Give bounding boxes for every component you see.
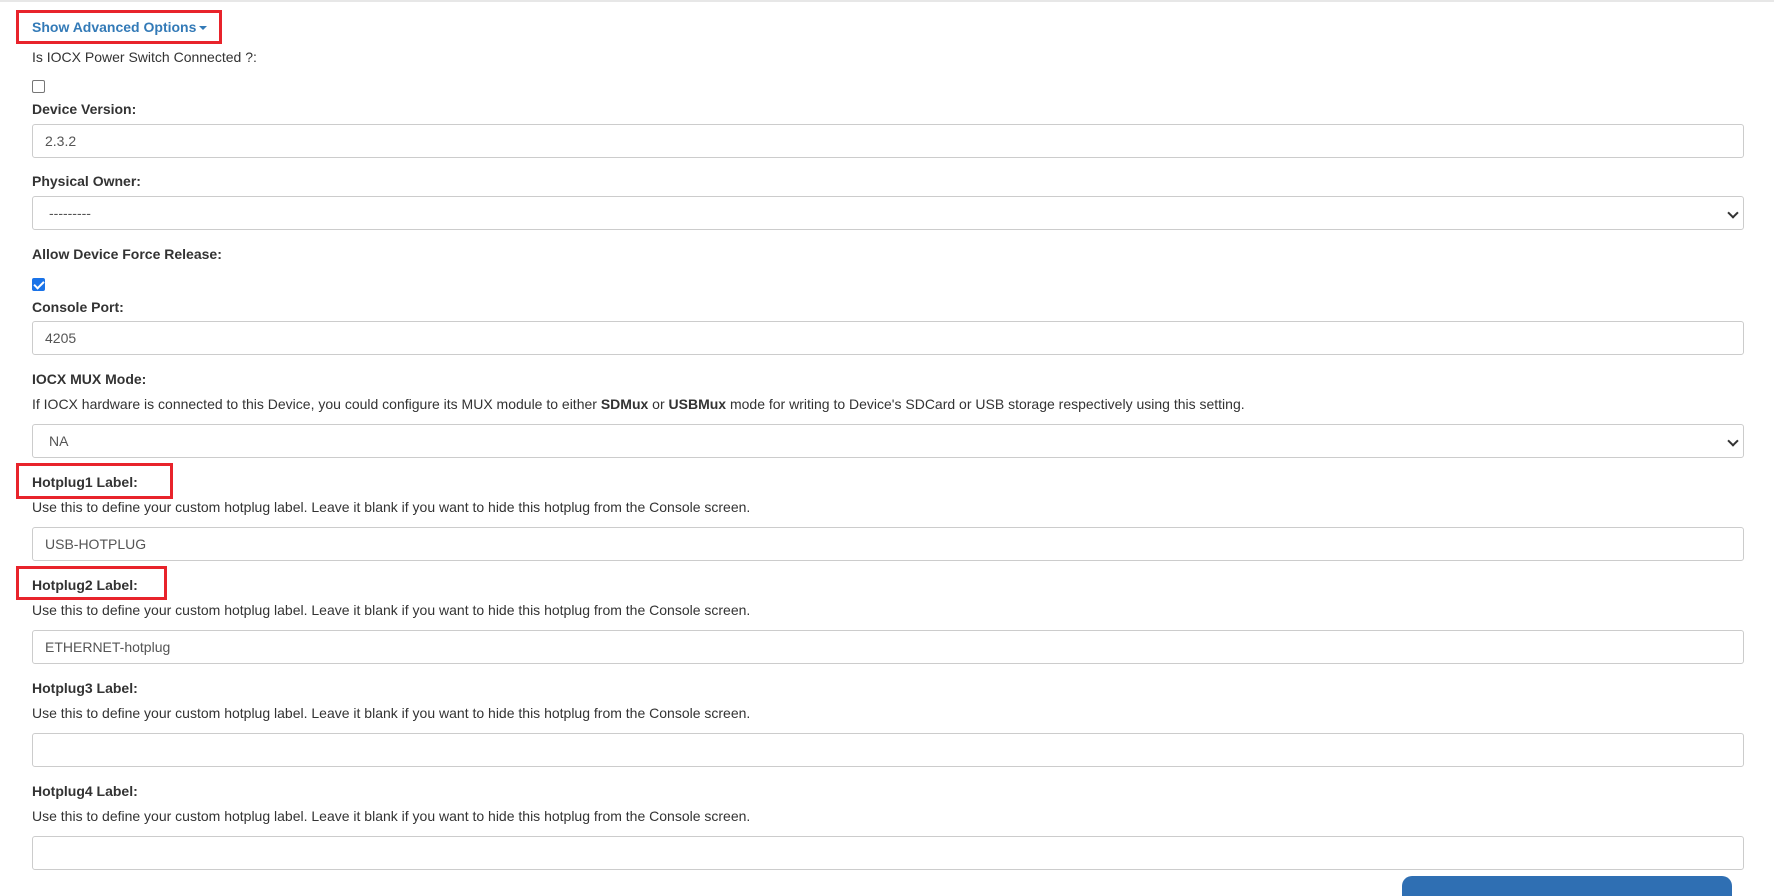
mux-mode-help-text: If IOCX hardware is connected to this De… bbox=[32, 396, 1245, 412]
caret-down-icon bbox=[199, 26, 208, 31]
hotplug4-label: Hotplug4 Label: bbox=[32, 783, 138, 799]
mux-mode-selected-value: NA bbox=[49, 433, 69, 449]
hotplug3-label: Hotplug3 Label: bbox=[32, 680, 138, 696]
physical-owner-label: Physical Owner: bbox=[32, 173, 141, 189]
show-advanced-options-label: Show Advanced Options bbox=[32, 19, 197, 35]
device-version-label: Device Version: bbox=[32, 101, 137, 117]
chevron-down-icon bbox=[1727, 435, 1739, 447]
force-release-label: Allow Device Force Release: bbox=[32, 246, 222, 262]
sdmux-term: SDMux bbox=[600, 396, 649, 412]
show-advanced-options-toggle[interactable]: Show Advanced Options bbox=[32, 18, 208, 36]
hotplug1-input[interactable]: USB-HOTPLUG bbox=[32, 527, 1744, 561]
physical-owner-selected-value: --------- bbox=[49, 205, 91, 221]
hotplug4-input[interactable] bbox=[32, 836, 1744, 870]
iocx-power-checkbox[interactable] bbox=[32, 80, 45, 93]
hotplug3-input[interactable] bbox=[32, 733, 1744, 767]
physical-owner-select[interactable]: --------- bbox=[32, 196, 1744, 230]
bottom-action-button[interactable] bbox=[1402, 876, 1732, 896]
console-port-label: Console Port: bbox=[32, 299, 124, 315]
mux-mode-label: IOCX MUX Mode: bbox=[32, 371, 147, 387]
chevron-down-icon bbox=[1727, 207, 1739, 219]
usbmux-term: USBMux bbox=[668, 396, 727, 412]
hotplug1-label: Hotplug1 Label: bbox=[32, 474, 138, 490]
hotplug2-help-text: Use this to define your custom hotplug l… bbox=[32, 602, 751, 618]
console-port-input[interactable]: 4205 bbox=[32, 321, 1744, 355]
hotplug2-input[interactable]: ETHERNET-hotplug bbox=[32, 630, 1744, 664]
hotplug2-label: Hotplug2 Label: bbox=[32, 577, 138, 593]
iocx-power-label: Is IOCX Power Switch Connected ?: bbox=[32, 49, 257, 65]
top-divider bbox=[0, 0, 1774, 2]
hotplug1-help-text: Use this to define your custom hotplug l… bbox=[32, 499, 751, 515]
force-release-checkbox[interactable] bbox=[32, 278, 45, 291]
hotplug4-help-text: Use this to define your custom hotplug l… bbox=[32, 808, 751, 824]
hotplug3-help-text: Use this to define your custom hotplug l… bbox=[32, 705, 751, 721]
device-version-input[interactable]: 2.3.2 bbox=[32, 124, 1744, 158]
mux-mode-select[interactable]: NA bbox=[32, 424, 1744, 458]
